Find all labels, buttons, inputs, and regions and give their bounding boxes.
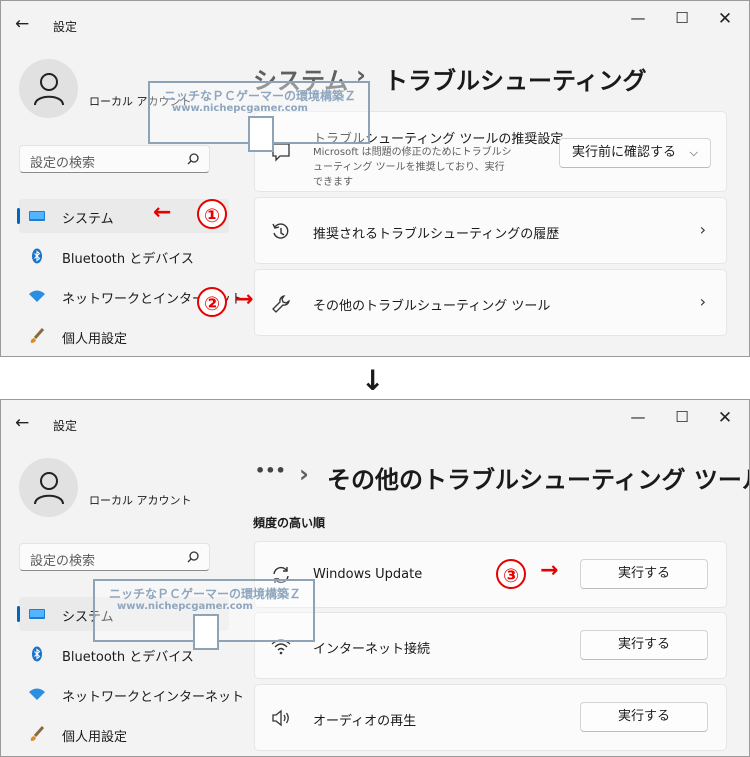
step-3-marker: ③ (496, 559, 526, 589)
annotation-arrow-left: ← (153, 200, 172, 225)
chevron-right-icon: › (699, 292, 706, 311)
app-title: 設定 (53, 20, 78, 34)
display-icon (29, 609, 45, 619)
step-1-marker: ① (197, 199, 227, 229)
page-title: トラブルシューティング (384, 67, 647, 95)
run-button-internet[interactable]: 実行する (580, 630, 708, 660)
app-title: 設定 (53, 419, 78, 433)
wifi-icon (29, 290, 45, 302)
title-bar: ← 設定 — ☐ ✕ (1, 1, 749, 49)
back-arrow-icon[interactable]: ← (15, 413, 29, 433)
pc-tower-icon (248, 116, 274, 152)
search-icon[interactable] (187, 551, 199, 563)
account-name: ローカル アカウント (89, 494, 192, 507)
maximize-icon[interactable]: ☐ (665, 408, 699, 426)
avatar[interactable] (19, 59, 78, 118)
watermark: ニッチなＰＣゲーマーの環境構築Ｚ www.nichepcgamer.com (148, 81, 370, 152)
watermark: ニッチなＰＣゲーマーの環境構築Ｚ www.nichepcgamer.com (93, 579, 315, 650)
settings-window-top: ← 設定 — ☐ ✕ ローカル アカウント 設定の検索 システム Bluetoo… (0, 0, 750, 357)
brush-icon (30, 328, 45, 343)
wrench-icon (272, 295, 290, 313)
search-icon[interactable] (187, 153, 199, 165)
breadcrumb-separator: › (299, 460, 309, 488)
speaker-icon (272, 709, 289, 727)
minimize-icon[interactable]: — (621, 9, 655, 27)
sidebar-item-bluetooth[interactable]: Bluetooth とデバイス (19, 239, 229, 273)
run-button-windows-update[interactable]: 実行する (580, 559, 708, 589)
run-button-audio[interactable]: 実行する (580, 702, 708, 732)
selection-indicator (17, 606, 20, 622)
other-troubleshooters-card[interactable]: その他のトラブルシューティング ツール › (254, 269, 727, 336)
display-icon (29, 211, 45, 221)
settings-window-bottom: ← 設定 — ☐ ✕ ローカル アカウント 設定の検索 システム Bluetoo… (0, 399, 750, 757)
page-title: その他のトラブルシューティング ツール (327, 466, 750, 494)
avatar[interactable] (19, 458, 78, 517)
internet-connection-card: インターネット接続 実行する (254, 612, 727, 679)
breadcrumb-ellipsis[interactable]: ••• (255, 461, 286, 480)
user-icon (34, 73, 64, 106)
bluetooth-icon (32, 248, 42, 264)
sidebar-item-personalization[interactable]: 個人用設定 (19, 319, 229, 353)
wifi-icon (29, 688, 45, 700)
windows-update-card: Windows Update 実行する (254, 541, 727, 608)
chat-icon (272, 143, 290, 162)
history-icon (272, 223, 289, 239)
selection-indicator (17, 208, 20, 224)
step-2-marker: ② (197, 287, 227, 317)
sidebar-item-personalization[interactable]: 個人用設定 (19, 717, 229, 751)
close-icon[interactable]: ✕ (708, 9, 742, 29)
chevron-down-icon: ⌵ (689, 146, 698, 159)
bluetooth-icon (32, 646, 42, 662)
down-arrow: ↓ (361, 364, 385, 397)
troubleshoot-history-card[interactable]: 推奨されるトラブルシューティングの履歴 › (254, 197, 727, 264)
annotation-arrow-right: → (235, 287, 254, 312)
chevron-right-icon: › (699, 220, 706, 239)
close-icon[interactable]: ✕ (708, 408, 742, 428)
title-bar: ← 設定 — ☐ ✕ (1, 400, 749, 448)
section-heading: 頻度の高い順 (253, 516, 326, 530)
audio-playback-card: オーディオの再生 実行する (254, 684, 727, 751)
search-input[interactable]: 設定の検索 (19, 145, 210, 173)
back-arrow-icon[interactable]: ← (15, 14, 29, 34)
search-input[interactable]: 設定の検索 (19, 543, 210, 571)
sidebar-item-network[interactable]: ネットワークとインターネット (19, 677, 244, 711)
run-mode-dropdown[interactable]: 実行前に確認する ⌵ (559, 138, 711, 168)
brush-icon (30, 726, 45, 741)
user-icon (34, 472, 64, 505)
minimize-icon[interactable]: — (621, 408, 655, 426)
maximize-icon[interactable]: ☐ (665, 9, 699, 27)
annotation-arrow-right: → (540, 558, 559, 583)
pc-tower-icon (193, 614, 219, 650)
